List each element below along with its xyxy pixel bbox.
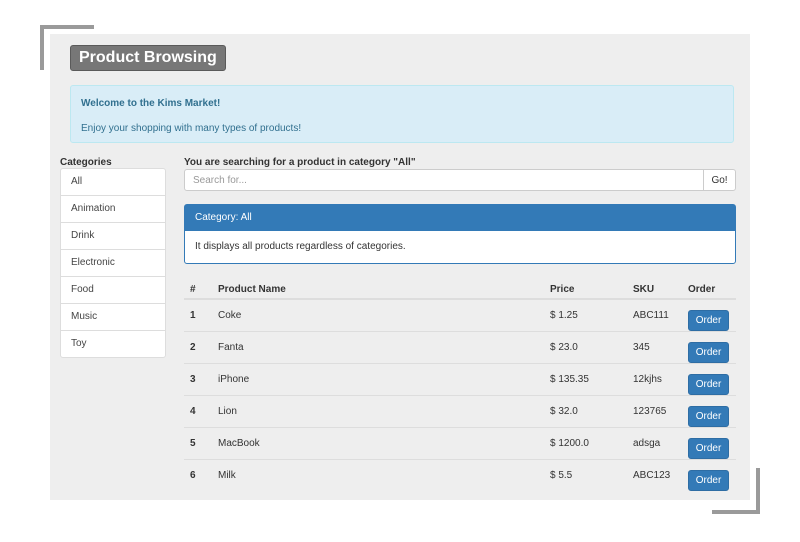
- order-button[interactable]: Order: [688, 438, 729, 459]
- search-bar: Go!: [184, 169, 736, 191]
- row-number: 1: [190, 310, 196, 321]
- order-cell: Order: [682, 299, 736, 332]
- order-button[interactable]: Order: [688, 470, 729, 491]
- order-button[interactable]: Order: [688, 406, 729, 427]
- categories-list: All Animation Drink Electronic Food Musi…: [60, 168, 166, 358]
- products-table: # Product Name Price SKU Order 1 Coke $ …: [184, 280, 736, 491]
- order-button[interactable]: Order: [688, 342, 729, 363]
- category-item-animation[interactable]: Animation: [61, 196, 165, 223]
- order-cell: Order: [682, 363, 736, 396]
- category-item-food[interactable]: Food: [61, 277, 165, 304]
- category-item-electronic[interactable]: Electronic: [61, 250, 165, 277]
- product-name: Milk: [212, 459, 544, 491]
- go-button[interactable]: Go!: [703, 169, 736, 191]
- table-row: 2 Fanta $ 23.0 345 Order: [184, 331, 736, 364]
- header-product-name: Product Name: [212, 280, 544, 300]
- order-button[interactable]: Order: [688, 310, 729, 331]
- product-sku: 123765: [627, 395, 682, 428]
- alert-title: Welcome to the Kims Market!: [81, 98, 221, 109]
- row-number: 5: [184, 427, 212, 460]
- table-header-row: # Product Name Price SKU Order: [184, 280, 736, 300]
- product-name: Coke: [218, 310, 242, 321]
- product-sku: 12kjhs: [627, 363, 682, 396]
- welcome-alert: Welcome to the Kims Market! Enjoy your s…: [70, 85, 734, 143]
- product-sku: ABC111: [633, 310, 669, 321]
- product-sku: ABC123: [627, 459, 682, 491]
- search-input[interactable]: [184, 169, 704, 191]
- categories-heading: Categories: [60, 157, 112, 168]
- alert-text: Enjoy your shopping with many types of p…: [81, 123, 302, 134]
- product-name: MacBook: [212, 427, 544, 460]
- category-panel-title: Category: All: [185, 205, 735, 231]
- frame-corner-bottom-right-h: [712, 510, 760, 514]
- product-name: iPhone: [212, 363, 544, 396]
- header-sku: SKU: [627, 280, 682, 300]
- product-name: Fanta: [212, 331, 544, 364]
- search-heading: You are searching for a product in categ…: [184, 157, 416, 168]
- category-panel: Category: All It displays all products r…: [184, 204, 736, 264]
- category-item-drink[interactable]: Drink: [61, 223, 165, 250]
- row-number: 4: [184, 395, 212, 428]
- table-row: 1 Coke $ 1.25 ABC111 Order: [184, 299, 736, 332]
- header-number: #: [184, 280, 212, 300]
- main-panel: Product Browsing Welcome to the Kims Mar…: [50, 34, 750, 500]
- frame-corner-top-left-v: [40, 25, 44, 70]
- row-number: 6: [184, 459, 212, 491]
- product-price: $ 1200.0: [544, 427, 627, 460]
- category-item-music[interactable]: Music: [61, 304, 165, 331]
- order-cell: Order: [682, 427, 736, 460]
- product-name: Lion: [212, 395, 544, 428]
- order-cell: Order: [682, 331, 736, 364]
- page-title: Product Browsing: [70, 45, 226, 71]
- product-price: $ 5.5: [544, 459, 627, 491]
- table-row: 6 Milk $ 5.5 ABC123 Order: [184, 459, 736, 491]
- product-price: $ 23.0: [544, 331, 627, 364]
- frame-corner-top-left-h: [40, 25, 94, 29]
- table-row: 4 Lion $ 32.0 123765 Order: [184, 395, 736, 428]
- product-price: $ 32.0: [544, 395, 627, 428]
- product-price: $ 1.25: [550, 310, 578, 321]
- row-number: 2: [184, 331, 212, 364]
- table-row: 3 iPhone $ 135.35 12kjhs Order: [184, 363, 736, 396]
- table-row: 5 MacBook $ 1200.0 adsga Order: [184, 427, 736, 460]
- category-panel-body: It displays all products regardless of c…: [195, 241, 406, 252]
- category-item-all[interactable]: All: [61, 169, 165, 196]
- product-price: $ 135.35: [544, 363, 627, 396]
- frame-corner-bottom-right-v: [756, 468, 760, 514]
- header-order: Order: [682, 280, 736, 300]
- order-cell: Order: [682, 459, 736, 491]
- header-price: Price: [544, 280, 627, 300]
- product-sku: 345: [627, 331, 682, 364]
- product-sku: adsga: [627, 427, 682, 460]
- order-button[interactable]: Order: [688, 374, 729, 395]
- order-cell: Order: [682, 395, 736, 428]
- category-item-toy[interactable]: Toy: [61, 331, 165, 357]
- row-number: 3: [184, 363, 212, 396]
